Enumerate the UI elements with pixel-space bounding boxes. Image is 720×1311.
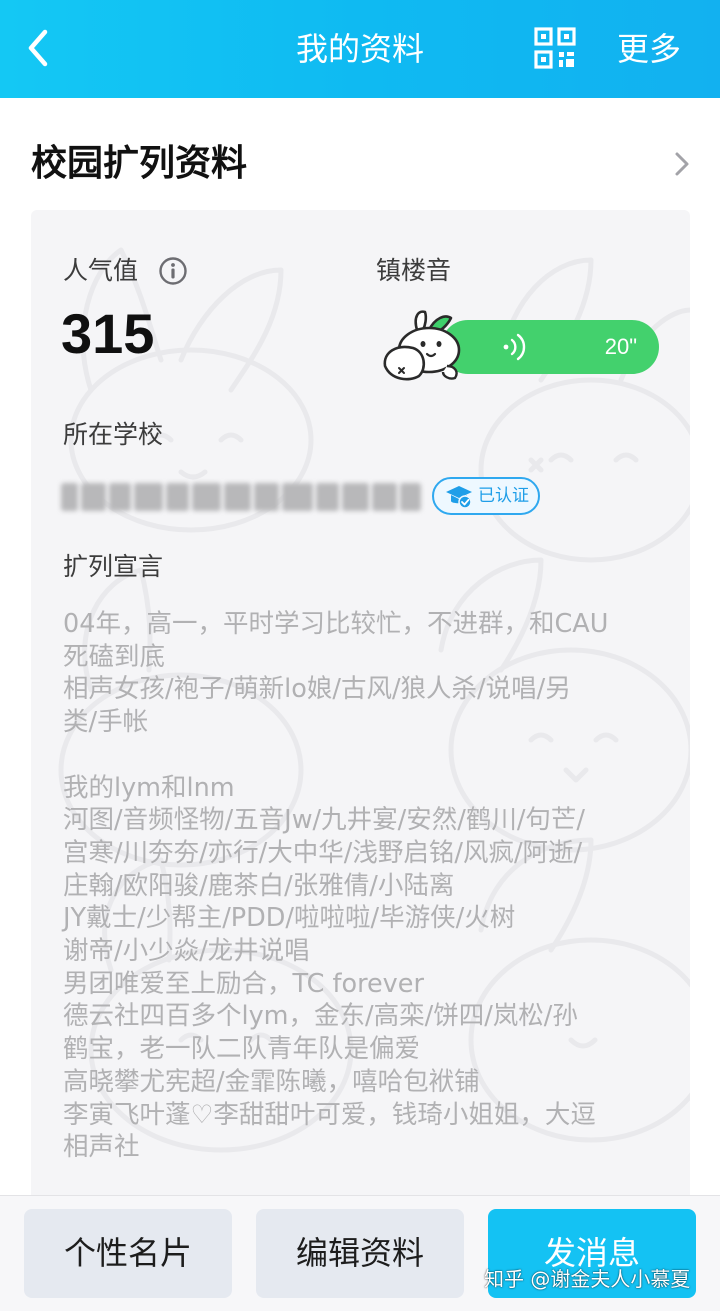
verified-badge: 已认证 <box>432 477 540 515</box>
sound-wave-icon <box>503 333 526 361</box>
voice-intro-label: 镇楼音 <box>376 256 452 285</box>
voice-play-button[interactable]: 20" <box>441 320 659 374</box>
verified-label: 已认证 <box>478 486 529 506</box>
campus-profile-card: 人气值 315 镇楼音 20" 所在学校 已认证 扩列宣言 04年，高一，平时学… <box>31 210 690 1210</box>
qr-code-button[interactable] <box>533 26 577 70</box>
more-button[interactable]: 更多 <box>617 28 681 70</box>
popularity-value: 315 <box>61 302 155 365</box>
declaration-label: 扩列宣言 <box>63 552 164 581</box>
bottom-action-bar: 个性名片 编辑资料 发消息 <box>0 1195 720 1311</box>
qr-code-icon <box>534 27 576 69</box>
top-nav-bar: 我的资料 更多 <box>0 0 720 98</box>
watermark-text: 知乎 @谢金夫人小慕夏 <box>484 1267 691 1291</box>
declaration-text: 04年，高一，平时学习比较忙，不进群，和CAU 死磕到底 相声女孩/袍子/萌新l… <box>63 609 609 1163</box>
graduation-cap-icon <box>446 486 472 509</box>
voice-duration: 20" <box>604 334 637 359</box>
popularity-label: 人气值 <box>63 256 139 285</box>
page-title: 我的资料 <box>295 30 424 68</box>
bunny-mascot-icon <box>383 310 461 381</box>
info-icon[interactable] <box>158 256 188 286</box>
edit-profile-button[interactable]: 编辑资料 <box>256 1209 464 1298</box>
chevron-right-icon[interactable] <box>670 148 694 180</box>
school-label: 所在学校 <box>63 420 164 449</box>
personal-card-button[interactable]: 个性名片 <box>24 1209 232 1298</box>
section-title: 校园扩列资料 <box>31 143 248 184</box>
school-name-blurred <box>61 476 422 518</box>
